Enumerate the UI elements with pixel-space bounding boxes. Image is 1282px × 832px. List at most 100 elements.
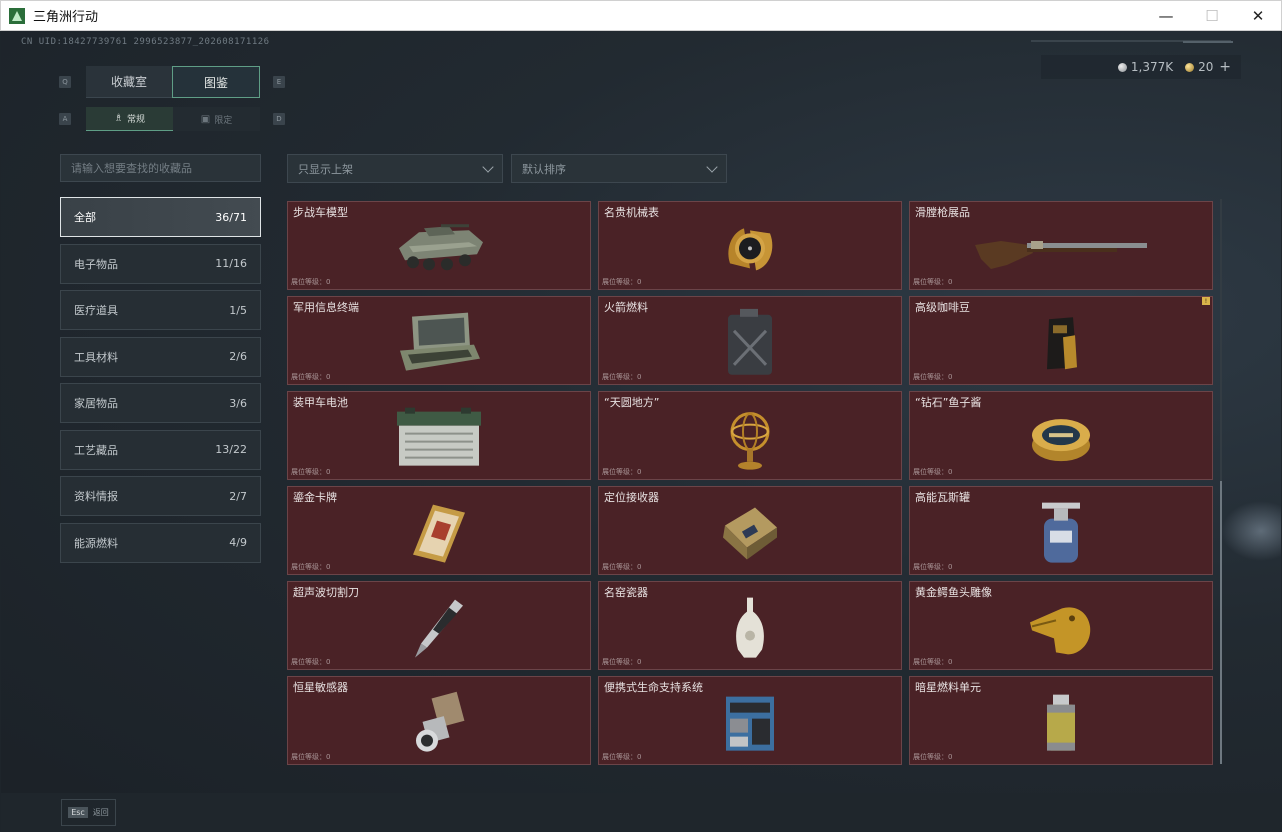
apc-model-icon bbox=[399, 223, 483, 270]
new-badge: ! bbox=[1202, 297, 1210, 305]
category-intel[interactable]: 资料情报 2/7 bbox=[60, 476, 261, 516]
category-household[interactable]: 家居物品 3/6 bbox=[60, 383, 261, 423]
musket-icon bbox=[975, 240, 1147, 269]
gas-canister-icon bbox=[1042, 502, 1080, 563]
item-level-label: 展位等级：0 bbox=[602, 373, 642, 381]
category-electronics[interactable]: 电子物品 11/16 bbox=[60, 243, 261, 284]
shelf-filter-dropdown[interactable]: 只显示上架 bbox=[287, 154, 503, 183]
coffee-bag-icon bbox=[1047, 316, 1077, 369]
item-card[interactable]: 高级咖啡豆 ! 展位等级：0 bbox=[909, 296, 1213, 385]
item-level-label: 展位等级：0 bbox=[913, 373, 953, 381]
item-level-label: 展位等级：0 bbox=[602, 468, 642, 476]
category-tools[interactable]: 工具材料 2/6 bbox=[60, 336, 261, 377]
add-currency-button[interactable]: + bbox=[1219, 59, 1231, 75]
tab-catalog[interactable]: 图鉴 bbox=[172, 66, 260, 98]
item-level-label: 展位等级：0 bbox=[602, 753, 642, 761]
chevron-down-icon bbox=[706, 160, 718, 173]
item-card[interactable]: 超声波切割刀 展位等级：0 bbox=[287, 581, 591, 670]
top-tabs: 收藏室 图鉴 bbox=[86, 66, 260, 98]
item-card[interactable]: 定位接收器 展位等级：0 bbox=[598, 486, 902, 575]
gold-currency[interactable]: 20 + bbox=[1185, 59, 1231, 75]
item-level-label: 展位等级：0 bbox=[913, 468, 953, 476]
cutter-icon bbox=[415, 599, 463, 658]
key-hint-a: A bbox=[59, 113, 71, 125]
item-card[interactable]: 名贵机械表 展位等级：0 bbox=[598, 201, 902, 290]
life-support-icon bbox=[726, 696, 774, 751]
armillary-icon bbox=[730, 411, 770, 470]
pawn-icon: ♗ bbox=[114, 113, 123, 124]
currency-panel: 1,377K 20 + bbox=[1041, 55, 1241, 79]
watch-icon bbox=[728, 227, 773, 270]
category-energy[interactable]: 能源燃料 4/9 bbox=[60, 522, 261, 563]
background-glow bbox=[1221, 501, 1281, 561]
gold-card-icon bbox=[413, 504, 465, 563]
key-hint-e: E bbox=[273, 76, 285, 88]
item-card[interactable]: “天圆地方” 展位等级：0 bbox=[598, 391, 902, 480]
item-level-label: 展位等级：0 bbox=[291, 373, 331, 381]
window-title: 三角洲行动 bbox=[33, 10, 99, 25]
item-level-label: 展位等级：0 bbox=[291, 278, 331, 286]
category-list: 全部 36/71 电子物品 11/16 医疗道具 1/5 工具材料 2/6 家居物品 3/… bbox=[60, 197, 262, 569]
minimize-button[interactable]: — bbox=[1143, 1, 1189, 31]
croc-statue-icon bbox=[1030, 606, 1091, 654]
key-hint-d: D bbox=[273, 113, 285, 125]
item-level-label: 展位等级：0 bbox=[913, 278, 953, 286]
item-card[interactable]: 名窑瓷器 展位等级：0 bbox=[598, 581, 902, 670]
item-level-label: 展位等级：0 bbox=[291, 563, 331, 571]
item-card[interactable]: 便携式生命支持系统 展位等级：0 bbox=[598, 676, 902, 765]
item-card[interactable]: 滑膛枪展品 展位等级：0 bbox=[909, 201, 1213, 290]
tab-limited[interactable]: ▣ 限定 bbox=[173, 107, 260, 131]
item-level-label: 展位等级：0 bbox=[602, 658, 642, 666]
back-button[interactable]: Esc 返回 bbox=[61, 799, 116, 826]
sort-dropdown[interactable]: 默认排序 bbox=[511, 154, 727, 183]
item-level-label: 展位等级：0 bbox=[291, 658, 331, 666]
gold-coin-icon bbox=[1185, 63, 1195, 72]
image-icon: ▣ bbox=[200, 113, 211, 125]
fuel-cell-icon bbox=[1047, 694, 1075, 751]
item-card[interactable]: 暗星燃料单元 展位等级：0 bbox=[909, 676, 1213, 765]
maximize-button[interactable]: ☐ bbox=[1189, 1, 1235, 31]
item-card[interactable]: “钻石”鱼子酱 展位等级：0 bbox=[909, 391, 1213, 480]
item-card[interactable]: 黄金鳄鱼头雕像 展位等级：0 bbox=[909, 581, 1213, 670]
sub-tabs: ♗ 常规 ▣ 限定 bbox=[86, 107, 260, 131]
window-titlebar: 三角洲行动 — ☐ ✕ bbox=[0, 0, 1282, 31]
tab-regular[interactable]: ♗ 常规 bbox=[86, 107, 173, 131]
item-card[interactable]: 军用信息终端 展位等级：0 bbox=[287, 296, 591, 385]
fuel-can-icon bbox=[728, 308, 772, 375]
item-card[interactable]: 火箭燃料 展位等级：0 bbox=[598, 296, 902, 385]
close-button[interactable]: ✕ bbox=[1235, 1, 1281, 31]
item-level-label: 展位等级：0 bbox=[913, 658, 953, 666]
item-level-label: 展位等级：0 bbox=[913, 753, 953, 761]
porcelain-vase-icon bbox=[736, 597, 764, 658]
item-level-label: 展位等级：0 bbox=[602, 278, 642, 286]
item-card[interactable]: 装甲车电池 展位等级：0 bbox=[287, 391, 591, 480]
decor-line bbox=[1183, 41, 1233, 43]
game-viewport: CN UID:18427739761 2996523877_2026081711… bbox=[1, 31, 1281, 831]
chevron-down-icon bbox=[482, 160, 494, 173]
item-card[interactable]: 恒星敏感器 展位等级：0 bbox=[287, 676, 591, 765]
item-card[interactable]: 步战车模型 展位等级：0 bbox=[287, 201, 591, 290]
item-level-label: 展位等级：0 bbox=[602, 563, 642, 571]
category-crafts[interactable]: 工艺藏品 13/22 bbox=[60, 429, 261, 470]
item-card[interactable]: 高能瓦斯罐 展位等级：0 bbox=[909, 486, 1213, 575]
battery-icon bbox=[397, 407, 481, 466]
item-level-label: 展位等级：0 bbox=[291, 753, 331, 761]
gps-receiver-icon bbox=[723, 507, 777, 560]
caviar-tin-icon bbox=[1032, 418, 1090, 461]
terminal-icon bbox=[400, 312, 480, 371]
item-card[interactable]: 鎏金卡牌 展位等级：0 bbox=[287, 486, 591, 575]
item-level-label: 展位等级：0 bbox=[291, 468, 331, 476]
item-level-label: 展位等级：0 bbox=[913, 563, 953, 571]
uid-text: CN UID:18427739761 2996523877_2026081711… bbox=[21, 37, 270, 47]
app-logo-icon bbox=[9, 7, 25, 24]
silver-currency: 1,377K bbox=[1117, 60, 1173, 74]
bottom-bar bbox=[1, 793, 1281, 831]
key-hint-q: Q bbox=[59, 76, 71, 88]
item-grid: 步战车模型 展位等级：0 名贵机械表 展位等级：0 滑膛枪展品 展位等级：0 军… bbox=[287, 201, 1214, 765]
tab-collection-room[interactable]: 收藏室 bbox=[86, 66, 172, 98]
search-input[interactable]: 请输入想要查找的收藏品 bbox=[60, 154, 261, 182]
silver-coin-icon bbox=[1117, 63, 1127, 72]
esc-key-icon: Esc bbox=[68, 807, 88, 818]
category-all[interactable]: 全部 36/71 bbox=[60, 197, 261, 237]
category-medical[interactable]: 医疗道具 1/5 bbox=[60, 290, 261, 330]
